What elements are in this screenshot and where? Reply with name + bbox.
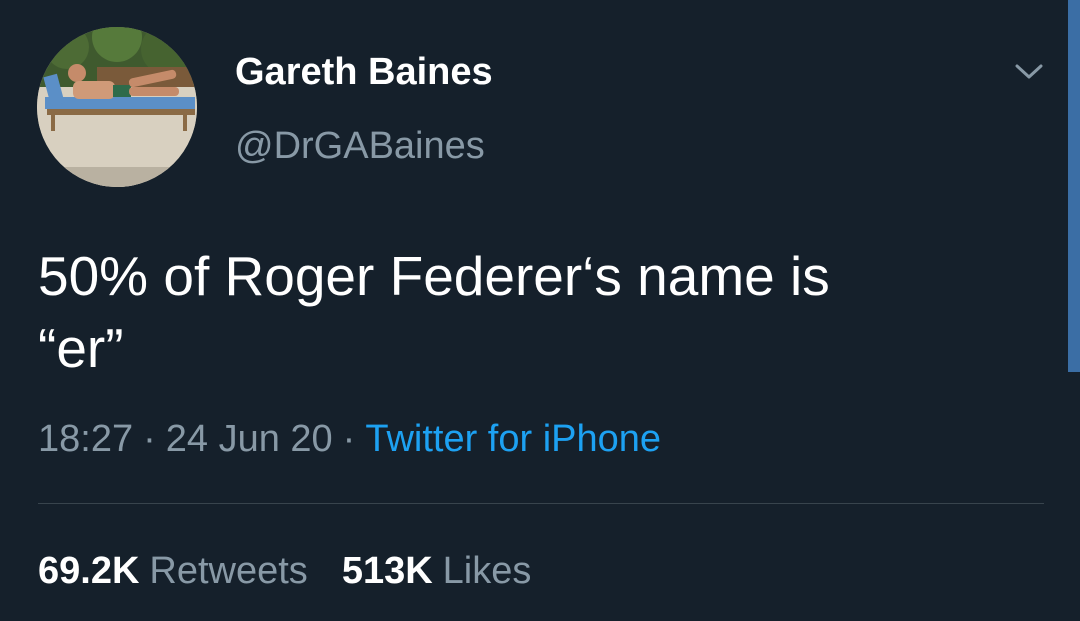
tweet-meta: 18:27 · 24 Jun 20 · Twitter for iPhone bbox=[38, 416, 661, 462]
author-display-name[interactable]: Gareth Baines bbox=[235, 49, 493, 95]
retweets-label: Retweets bbox=[149, 550, 308, 592]
avatar-photo bbox=[37, 27, 197, 187]
likes-label: Likes bbox=[442, 550, 532, 592]
meta-separator: · bbox=[342, 418, 356, 460]
divider bbox=[38, 503, 1044, 504]
tweet-date[interactable]: 24 Jun 20 bbox=[166, 418, 333, 460]
tweet-menu-button[interactable] bbox=[1004, 52, 1054, 92]
tweet-stats: 69.2K Retweets 513K Likes bbox=[38, 548, 565, 594]
tweet-source-link[interactable]: Twitter for iPhone bbox=[365, 418, 661, 460]
retweets-stat[interactable]: 69.2K Retweets bbox=[38, 548, 308, 594]
chevron-down-icon bbox=[1015, 64, 1043, 79]
meta-separator: · bbox=[143, 418, 156, 460]
likes-stat[interactable]: 513K Likes bbox=[342, 548, 532, 594]
author-handle[interactable]: @DrGABaines bbox=[235, 123, 485, 169]
tweet-text: 50% of Roger Federer‘s name is “er” bbox=[38, 245, 830, 379]
tweet-time[interactable]: 18:27 bbox=[38, 418, 133, 460]
retweets-count: 69.2K bbox=[38, 550, 140, 592]
tweet-detail: Gareth Baines @DrGABaines 50% of Roger F… bbox=[0, 0, 1080, 621]
likes-count: 513K bbox=[341, 550, 433, 592]
avatar[interactable] bbox=[37, 27, 197, 187]
scrollbar[interactable] bbox=[1068, 0, 1080, 372]
